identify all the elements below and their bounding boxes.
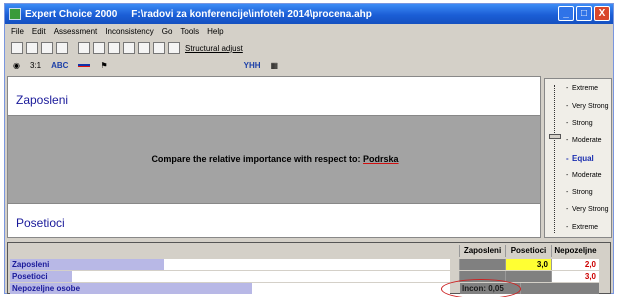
matrix-cell[interactable] [459,259,505,270]
app-name: Expert Choice 2000 [25,8,118,20]
mode-toolbar: ◉ 3:1 ABC ⚑ YHH ▦ [5,57,613,73]
menu-assessment[interactable]: Assessment [54,27,98,36]
inconsistency-highlight-ring [441,279,521,297]
close-button[interactable]: X [594,6,610,21]
matrix-row: Posetioci 3,0 [8,271,610,282]
preview-icon[interactable] [93,42,105,54]
grid-mode-icon[interactable]: ▦ [269,59,281,71]
music-note-icon[interactable] [123,42,135,54]
gear-icon[interactable] [153,42,165,54]
matrix-cell-selected[interactable]: 3,0 [505,259,551,270]
minimize-button[interactable]: _ [558,6,574,21]
verbal-scale[interactable]: - Extreme - Very Strong - Strong - Moderate … [544,78,612,238]
scale-item-strong-bottom[interactable]: - Strong [566,189,593,196]
abc-mode-button[interactable]: ABC [49,59,70,71]
menu-file[interactable]: File [11,27,24,36]
column-header-nepozeljne[interactable]: Nepozeljne [551,245,599,257]
comparison-prompt: Compare the relative importance with res… [151,154,399,164]
matrix-cell [520,283,599,294]
scale-item-very-strong-top[interactable]: - Very Strong [566,103,609,110]
row-name-cell[interactable]: Zaposleni [10,259,450,270]
structural-adjust-icon[interactable] [168,42,180,54]
pie-icon[interactable] [138,42,150,54]
comparison-matrix: Zaposleni Posetioci Nepozeljne Zaposleni… [7,242,611,297]
menu-edit[interactable]: Edit [32,27,46,36]
scale-item-extreme-bottom[interactable]: - Extreme [566,224,598,231]
comparison-panel: Compare the relative importance with res… [7,116,541,203]
comparison-topic: Podrska [363,154,399,164]
scale-item-strong-top[interactable]: - Strong [566,120,593,127]
menu-help[interactable]: Help [207,27,223,36]
matrix-cell[interactable]: 2,0 [551,259,599,270]
save-icon[interactable] [41,42,53,54]
bottom-item-label: Posetioci [16,216,65,230]
pencil-icon[interactable] [56,42,68,54]
scale-item-extreme-top[interactable]: - Extreme [566,85,598,92]
print-icon[interactable] [78,42,90,54]
scale-item-very-strong-bottom[interactable]: - Very Strong [566,206,609,213]
ratio-mode-button[interactable]: 3:1 [28,59,43,71]
matrix-cell[interactable] [505,271,551,282]
top-item-panel[interactable]: Zaposleni [7,76,541,116]
matrix-header: Zaposleni Posetioci Nepozeljne [8,245,610,257]
scale-slider-thumb[interactable] [549,134,561,139]
column-header-zaposleni[interactable]: Zaposleni [459,245,505,257]
app-icon [9,8,21,20]
top-item-label: Zaposleni [16,93,69,107]
main-toolbar: Structural adjust [5,40,613,56]
binoculars-icon[interactable]: ◉ [11,59,22,71]
yhh-mode-button[interactable]: YHH [242,59,263,71]
file-path: F:\radovi za konferencije\infoteh 2014\p… [131,8,372,20]
structural-adjust-button[interactable]: Structural adjust [185,44,243,53]
bottom-item-panel[interactable]: Posetioci [7,203,541,238]
bar-chart-icon[interactable] [108,42,120,54]
row-name-cell[interactable]: Posetioci [10,271,450,282]
app-window: Expert Choice 2000 F:\radovi za konferen… [4,3,614,297]
scale-item-equal[interactable]: - Equal [566,154,594,163]
scale-track [554,85,555,233]
column-header-posetioci[interactable]: Posetioci [505,245,551,257]
title-bar: Expert Choice 2000 F:\radovi za konferen… [5,4,613,24]
open-folder-icon[interactable] [26,42,38,54]
menu-inconsistency[interactable]: Inconsistency [105,27,153,36]
maximize-button[interactable]: □ [576,6,592,21]
menu-bar: File Edit Assessment Inconsistency Go To… [5,24,613,39]
menu-tools[interactable]: Tools [180,27,199,36]
matrix-cell[interactable]: 3,0 [551,271,599,282]
scale-item-moderate-top[interactable]: - Moderate [566,137,602,144]
bar-mode-icon[interactable] [76,59,92,71]
row-name-cell[interactable]: Nepozeljne osobe [10,283,450,294]
new-file-icon[interactable] [11,42,23,54]
matrix-row: Zaposleni 3,0 2,0 [8,259,610,270]
scale-item-moderate-bottom[interactable]: - Moderate [566,172,602,179]
flag-mode-icon[interactable]: ⚑ [98,59,109,71]
menu-go[interactable]: Go [162,27,173,36]
